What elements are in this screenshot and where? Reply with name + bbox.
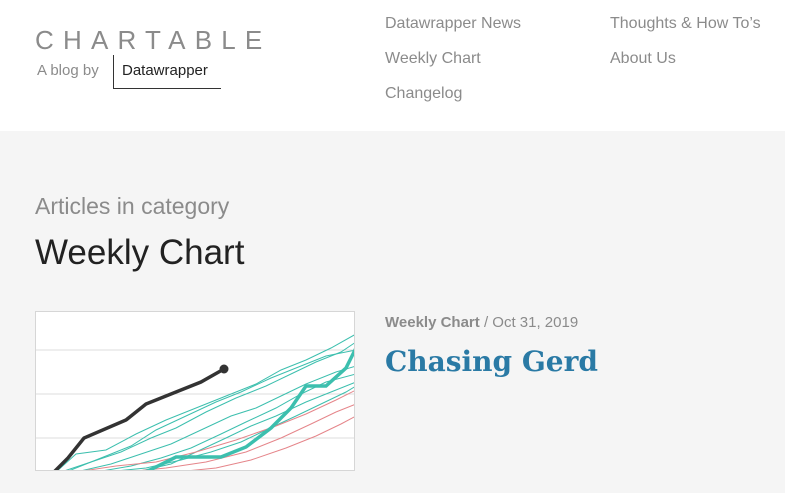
thumbnail-teal-lines bbox=[57, 334, 354, 470]
nav-thoughts-howtos[interactable]: Thoughts & How To’s bbox=[610, 14, 761, 34]
post-meta-separator: / bbox=[483, 314, 489, 331]
site-logo[interactable]: CHARTABLE bbox=[35, 26, 271, 54]
post-date: Oct 31, 2019 bbox=[492, 314, 579, 331]
post-category-link[interactable]: Weekly Chart bbox=[385, 314, 480, 331]
nav-weekly-chart[interactable]: Weekly Chart bbox=[385, 49, 481, 69]
site-header: CHARTABLE A blog by Datawrapper Datawrap… bbox=[0, 0, 785, 131]
thumbnail-line-endpoint bbox=[219, 364, 229, 374]
category-prefix: Articles in category bbox=[35, 193, 230, 219]
post-title-link[interactable]: Chasing Gerd bbox=[385, 345, 598, 379]
category-title: Weekly Chart bbox=[35, 233, 245, 272]
post-meta: Weekly Chart / Oct 31, 2019 bbox=[385, 313, 578, 332]
nav-changelog[interactable]: Changelog bbox=[385, 84, 462, 104]
datawrapper-link[interactable]: Datawrapper bbox=[113, 55, 221, 89]
byline-text: A blog by bbox=[37, 62, 99, 79]
thumbnail-chart-image bbox=[36, 334, 354, 470]
nav-datawrapper-news[interactable]: Datawrapper News bbox=[385, 14, 521, 34]
post-thumbnail[interactable] bbox=[35, 311, 355, 471]
nav-about-us[interactable]: About Us bbox=[610, 49, 676, 69]
